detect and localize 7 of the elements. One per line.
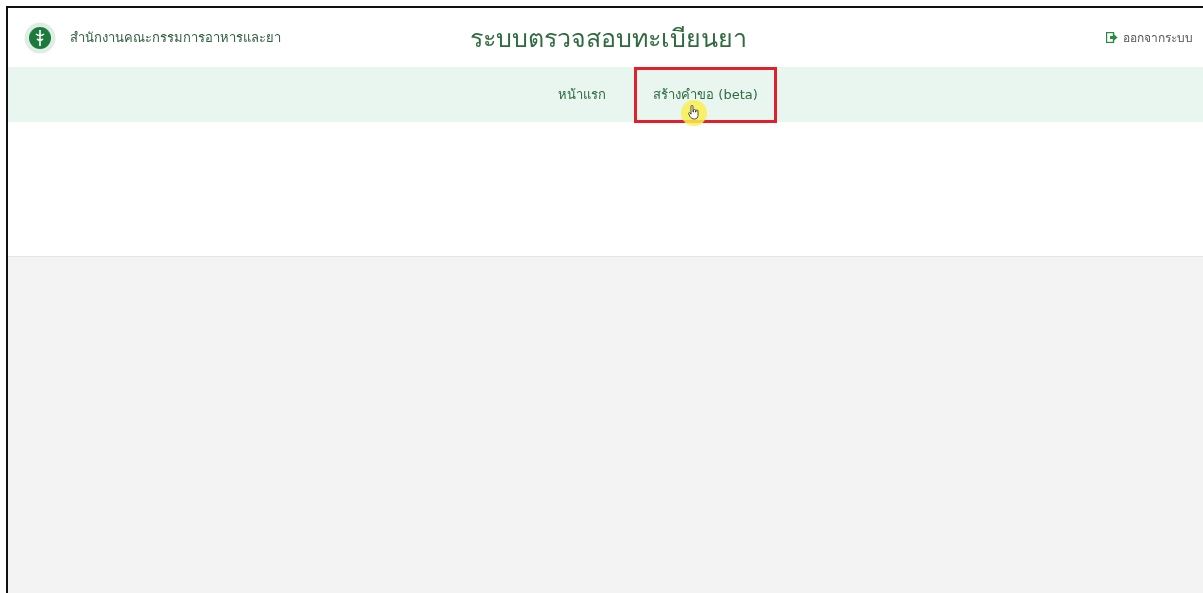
nav-link[interactable]: หน้าแรก xyxy=(544,84,621,105)
organization-name: สำนักงานคณะกรรมการอาหารและยา xyxy=(70,29,281,47)
logout-link[interactable]: ออกจากระบบ xyxy=(1106,28,1193,47)
logo-icon xyxy=(24,21,56,54)
logout-icon xyxy=(1106,32,1118,43)
pointer-cursor-icon xyxy=(681,99,708,126)
page-title: ระบบตรวจสอบทะเบียนยา xyxy=(470,22,747,55)
